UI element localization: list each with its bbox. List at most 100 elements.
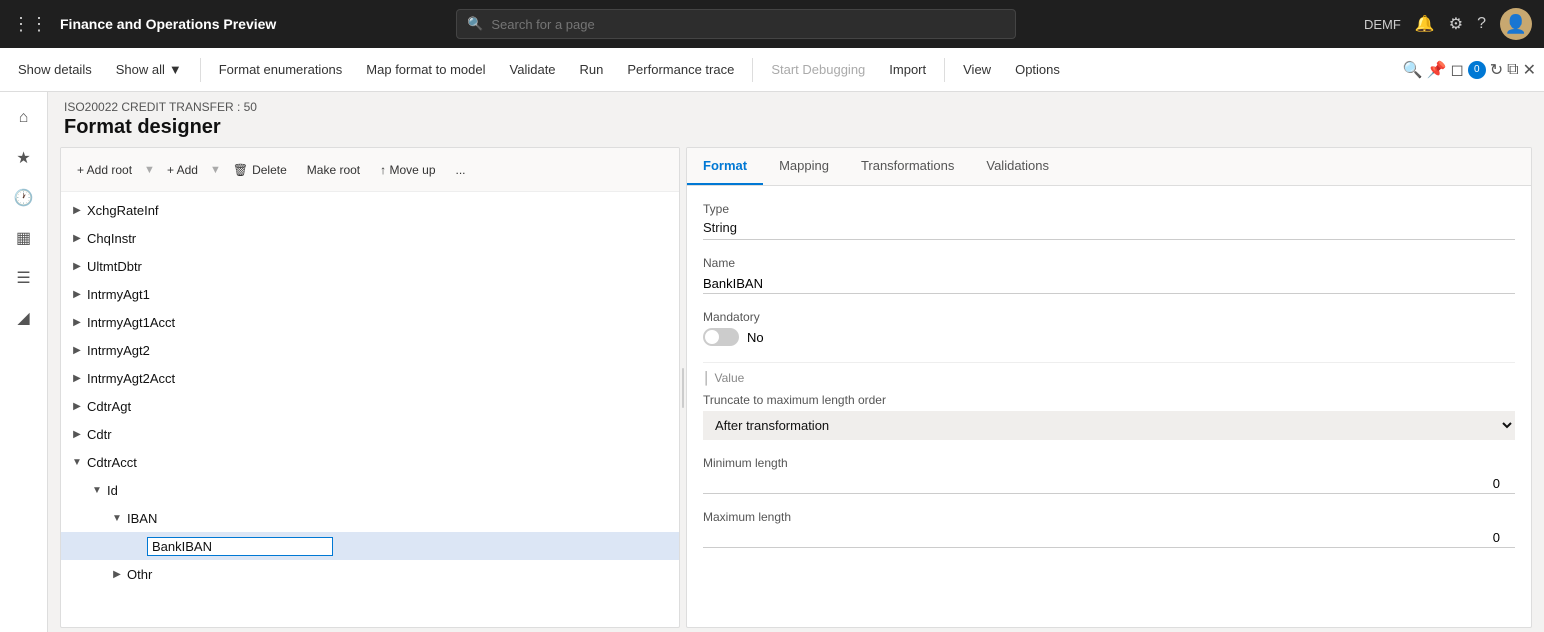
- format-enumerations-button[interactable]: Format enumerations: [209, 58, 353, 81]
- tree-item-label: Id: [107, 483, 118, 498]
- type-label: Type: [703, 202, 1515, 216]
- search-box[interactable]: 🔍: [456, 9, 1016, 39]
- popout-icon[interactable]: ⧉: [1507, 61, 1518, 79]
- tab-validations[interactable]: Validations: [970, 148, 1065, 185]
- more-button[interactable]: ...: [448, 159, 474, 181]
- sidebar-recent-icon[interactable]: 🕐: [6, 180, 42, 216]
- options-button[interactable]: Options: [1005, 58, 1070, 81]
- grid-icon[interactable]: ⋮⋮: [12, 14, 48, 35]
- help-icon[interactable]: ?: [1477, 15, 1486, 33]
- import-button[interactable]: Import: [879, 58, 936, 81]
- pin-icon[interactable]: 📌: [1427, 60, 1447, 80]
- tree-chevron-icon: ▶: [69, 342, 85, 358]
- name-field[interactable]: [703, 274, 1515, 294]
- search-input[interactable]: [491, 17, 1005, 32]
- mandatory-toggle[interactable]: [703, 328, 739, 346]
- truncate-dropdown[interactable]: After transformation: [703, 411, 1515, 440]
- max-length-group: Maximum length: [703, 510, 1515, 548]
- tab-transformations[interactable]: Transformations: [845, 148, 970, 185]
- tree-chevron-icon: ▼: [89, 482, 105, 498]
- divider-3: [944, 58, 945, 82]
- max-length-input[interactable]: [703, 528, 1515, 548]
- tree-chevron-icon: ▶: [69, 370, 85, 386]
- chevron-down-small-icon: ▼: [144, 164, 155, 176]
- tree-item-label: Cdtr: [87, 427, 112, 442]
- show-all-button[interactable]: Show all ▼: [106, 58, 192, 81]
- type-group: Type String: [703, 202, 1515, 240]
- notification-badge: 0: [1468, 61, 1486, 79]
- tree-item[interactable]: ▶IntrmyAgt1Acct: [61, 308, 679, 336]
- tree-item[interactable]: ▶CdtrAgt: [61, 392, 679, 420]
- tree-item[interactable]: ▶IntrmyAgt1: [61, 280, 679, 308]
- gear-icon[interactable]: ⚙: [1449, 14, 1463, 34]
- tree-item-label: IntrmyAgt2: [87, 343, 150, 358]
- validate-button[interactable]: Validate: [500, 58, 566, 81]
- tree-item[interactable]: ▶Othr: [61, 560, 679, 588]
- map-format-to-model-button[interactable]: Map format to model: [356, 58, 495, 81]
- expand-icon[interactable]: ◻: [1450, 60, 1463, 80]
- view-button[interactable]: View: [953, 58, 1001, 81]
- tree-item[interactable]: ▼IBAN: [61, 504, 679, 532]
- tree-item-label: IntrmyAgt1Acct: [87, 315, 175, 330]
- type-value: String: [703, 220, 1515, 240]
- props-panel: Format Mapping Transformations Validatio…: [686, 147, 1532, 628]
- add-root-button[interactable]: + Add root: [69, 159, 140, 181]
- breadcrumb: ISO20022 CREDIT TRANSFER : 50: [64, 100, 1528, 114]
- add-button[interactable]: + Add: [159, 159, 206, 181]
- nav-right-area: DEMF 🔔 ⚙ ? 👤: [1364, 8, 1532, 40]
- show-details-button[interactable]: Show details: [8, 58, 102, 81]
- tree-item[interactable]: ▶IntrmyAgt2Acct: [61, 364, 679, 392]
- delete-button[interactable]: 🗑 Delete: [225, 159, 295, 181]
- truncate-group: Truncate to maximum length order After t…: [703, 393, 1515, 440]
- tree-item[interactable]: [61, 532, 679, 560]
- user-label: DEMF: [1364, 17, 1401, 32]
- tree-item-label: XchgRateInf: [87, 203, 159, 218]
- tree-chevron-icon: ▶: [69, 398, 85, 414]
- props-content: Type String Name Mandatory No: [687, 186, 1531, 580]
- max-length-label: Maximum length: [703, 510, 1515, 524]
- tree-item-edit-input[interactable]: [147, 537, 333, 556]
- make-root-button[interactable]: Make root: [299, 159, 368, 181]
- tree-content[interactable]: ▶XchgRateInf▶ChqInstr▶UltmtDbtr▶IntrmyAg…: [61, 192, 679, 627]
- sidebar-home-icon[interactable]: ⌂: [6, 100, 42, 136]
- tree-item-label: IBAN: [127, 511, 157, 526]
- tree-item[interactable]: ▶XchgRateInf: [61, 196, 679, 224]
- run-button[interactable]: Run: [570, 58, 614, 81]
- collapse-icon[interactable]: │: [703, 371, 711, 385]
- tree-item[interactable]: ▶Cdtr: [61, 420, 679, 448]
- top-navigation: ⋮⋮ Finance and Operations Preview 🔍 DEMF…: [0, 0, 1544, 48]
- search-toolbar-icon[interactable]: 🔍: [1403, 60, 1423, 80]
- tab-mapping[interactable]: Mapping: [763, 148, 845, 185]
- tree-item[interactable]: ▶IntrmyAgt2: [61, 336, 679, 364]
- tree-item[interactable]: ▶ChqInstr: [61, 224, 679, 252]
- tree-toolbar: + Add root ▼ + Add ▼ 🗑 Delete Make root …: [61, 148, 679, 192]
- mandatory-value: No: [747, 330, 764, 345]
- tree-chevron-icon: ▶: [69, 202, 85, 218]
- tree-chevron-icon: ▶: [69, 230, 85, 246]
- tree-item[interactable]: ▶UltmtDbtr: [61, 252, 679, 280]
- chevron-down-icon: ▼: [169, 62, 182, 77]
- close-icon[interactable]: ✕: [1523, 60, 1536, 80]
- splitter-bar: [682, 368, 684, 408]
- page-title: Format designer: [64, 116, 1528, 139]
- min-length-input[interactable]: [703, 474, 1515, 494]
- sidebar-workspace-icon[interactable]: ▦: [6, 220, 42, 256]
- sidebar: ⌂ ★ 🕐 ▦ ☰ ◢: [0, 92, 48, 632]
- avatar[interactable]: 👤: [1500, 8, 1532, 40]
- tree-item[interactable]: ▼CdtrAcct: [61, 448, 679, 476]
- refresh-icon[interactable]: ↻: [1490, 60, 1503, 80]
- tree-item-label: Othr: [127, 567, 152, 582]
- move-up-button[interactable]: ↑ Move up: [372, 159, 443, 181]
- tree-item-label: IntrmyAgt1: [87, 287, 150, 302]
- tree-panel: + Add root ▼ + Add ▼ 🗑 Delete Make root …: [60, 147, 680, 628]
- tree-item[interactable]: ▼Id: [61, 476, 679, 504]
- app-title: Finance and Operations Preview: [60, 16, 276, 32]
- sidebar-favorites-icon[interactable]: ★: [6, 140, 42, 176]
- start-debugging-button[interactable]: Start Debugging: [761, 58, 875, 81]
- performance-trace-button[interactable]: Performance trace: [617, 58, 744, 81]
- tab-format[interactable]: Format: [687, 148, 763, 185]
- sidebar-filter-icon[interactable]: ◢: [6, 300, 42, 336]
- sidebar-list-icon[interactable]: ☰: [6, 260, 42, 296]
- bell-icon[interactable]: 🔔: [1415, 14, 1435, 34]
- props-tabs: Format Mapping Transformations Validatio…: [687, 148, 1531, 186]
